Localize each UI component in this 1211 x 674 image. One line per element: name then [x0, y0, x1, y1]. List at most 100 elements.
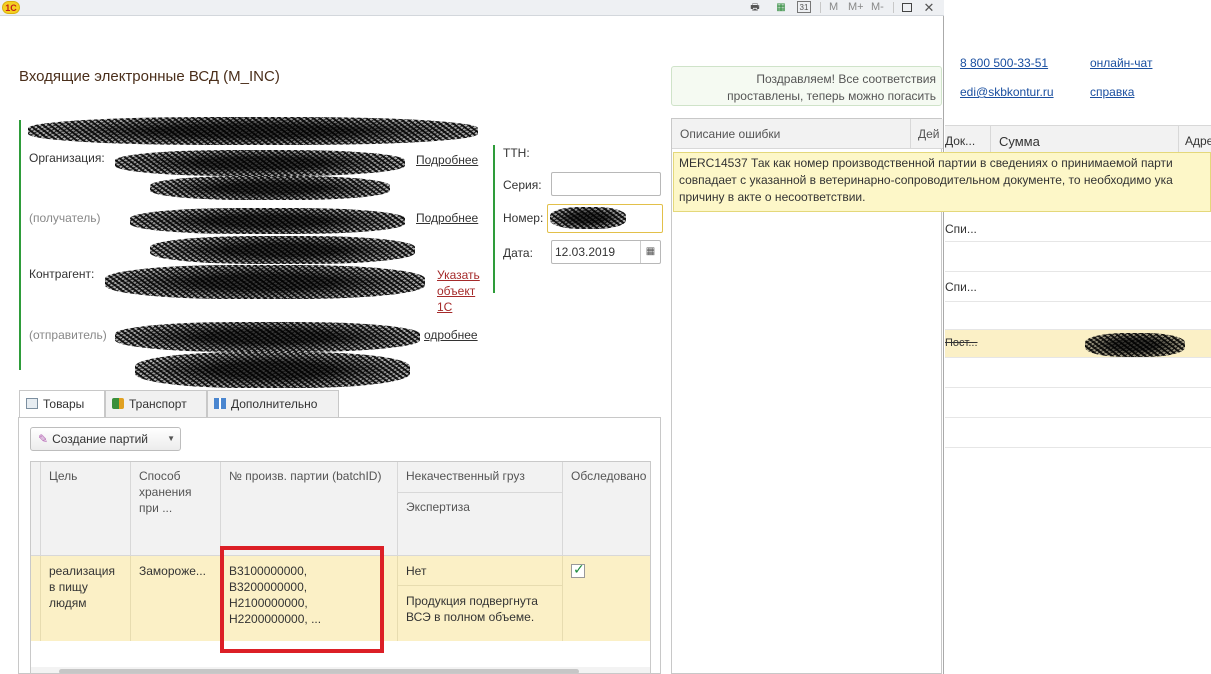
table-row[interactable]	[945, 388, 1211, 418]
examined-checkbox[interactable]: ✓	[571, 561, 585, 578]
specify-object-link[interactable]: Указать объект 1С	[437, 267, 480, 315]
memory-button[interactable]: M	[829, 1, 838, 14]
cell-poor-quality[interactable]: Нет	[398, 556, 563, 586]
chevron-down-icon: ▼	[167, 434, 175, 443]
date-value: 12.03.2019	[555, 245, 616, 259]
phone-link[interactable]: 8 800 500-33-51	[960, 56, 1048, 70]
ttn-label: ТТН:	[503, 146, 530, 160]
page-title: Входящие электронные ВСД (M_INC)	[19, 68, 280, 85]
calendar-icon[interactable]: ▦	[640, 241, 660, 263]
series-label: Серия:	[503, 178, 542, 192]
tooltip-line: MERC14537 Так как номер производственной…	[679, 156, 1173, 170]
table-row[interactable]	[945, 242, 1211, 272]
redaction-scribble	[150, 236, 415, 264]
row-doc-cell: Спи...	[945, 280, 977, 294]
table-row[interactable]	[945, 302, 1211, 330]
email-link[interactable]: edi@skbkontur.ru	[960, 85, 1054, 99]
col-examined-header[interactable]: Обследовано	[563, 462, 650, 556]
col-action-header[interactable]: Дей	[918, 127, 940, 141]
wand-icon: ✎	[38, 432, 49, 446]
table-row-selected[interactable]: Пост...	[945, 330, 1211, 358]
tooltip-line: причину в акте о несоответствии.	[679, 190, 866, 204]
maximize-icon[interactable]	[900, 1, 914, 14]
row-indicator	[31, 556, 41, 641]
spreadsheet-icon[interactable]: ▦	[774, 1, 788, 14]
specify-object-link-line[interactable]: Указать	[437, 267, 480, 283]
help-link[interactable]: справка	[1090, 85, 1134, 99]
col-doc-header: Док...	[945, 134, 976, 148]
redaction-scribble	[150, 176, 390, 200]
notification-banner: Поздравляем! Все соответствия проставлен…	[671, 66, 942, 106]
table-row[interactable]: Спи...	[945, 272, 1211, 302]
background-window: 8 800 500-33-51 онлайн-чат edi@skbkontur…	[945, 0, 1211, 674]
col-addr-header: Адре	[1185, 134, 1211, 148]
right-grid-header: Док... Сумма Адре	[945, 125, 1211, 156]
cell-storage[interactable]: Заморoже...	[131, 556, 221, 641]
grid-icon	[214, 398, 226, 409]
col-expertise-header[interactable]: Экспертиза	[398, 493, 563, 556]
recipient-label: (получатель)	[29, 211, 101, 225]
annotation-highlight-box	[220, 546, 384, 653]
col-sum-header: Сумма	[999, 134, 1040, 149]
main-window: 1С 🖶 ▦ 31 M M+ M- ✕ Входящие электронные…	[0, 0, 944, 674]
cell-examined[interactable]: ✓	[563, 556, 650, 641]
tab-goods-label: Товары	[43, 397, 85, 411]
specify-object-link-line[interactable]: 1С	[437, 299, 480, 315]
cell-purpose[interactable]: реализация в пищу людям	[41, 556, 131, 641]
col-batch-header[interactable]: № произв. партии (batchID)	[221, 462, 398, 556]
redaction-scribble	[28, 117, 478, 145]
row-indicator-header	[31, 462, 41, 556]
memory-plus-button[interactable]: M+	[848, 1, 864, 14]
tab-additional-label: Дополнительно	[231, 397, 318, 411]
print-icon[interactable]: 🖶	[748, 1, 762, 14]
create-batches-button[interactable]: ✎ Создание партий ▼	[30, 427, 181, 451]
online-chat-link[interactable]: онлайн-чат	[1090, 56, 1152, 70]
logo-1c-icon: 1С	[2, 1, 20, 14]
series-input[interactable]	[551, 172, 661, 196]
redaction-scribble	[105, 265, 425, 299]
tab-goods[interactable]: Товары	[19, 390, 105, 418]
date-input[interactable]: 12.03.2019 ▦	[551, 240, 661, 264]
redaction-scribble	[130, 208, 405, 234]
tab-transport-label: Транспорт	[129, 397, 187, 411]
more-link-organization[interactable]: Подробнее	[416, 153, 478, 167]
more-link-sender[interactable]: одробнее	[424, 328, 478, 342]
table-row[interactable]	[945, 418, 1211, 448]
specify-object-link-line[interactable]: объект	[437, 283, 480, 299]
row-doc-cell: Пост...	[945, 337, 978, 349]
redaction-scribble	[115, 150, 405, 176]
redaction-scribble	[115, 322, 420, 352]
truck-icon	[112, 398, 124, 409]
calendar-icon[interactable]: 31	[797, 1, 811, 13]
number-input[interactable]	[547, 204, 663, 233]
horizontal-scrollbar[interactable]	[31, 667, 650, 673]
more-link-recipient[interactable]: Подробнее	[416, 211, 478, 225]
document-icon	[26, 398, 38, 409]
redaction-scribble	[1085, 333, 1185, 357]
section-marker	[493, 145, 495, 293]
scrollbar-thumb[interactable]	[59, 669, 579, 673]
notification-line: проставлены, теперь можно погасить	[727, 89, 936, 103]
notification-line: Поздравляем! Все соответствия	[756, 72, 936, 86]
title-bar: 1С 🖶 ▦ 31 M M+ M- ✕	[0, 0, 944, 16]
table-row[interactable]	[945, 358, 1211, 388]
col-poor-quality-header[interactable]: Некачественный груз	[398, 462, 563, 493]
close-icon[interactable]: ✕	[922, 1, 936, 14]
create-batches-label: Создание партий	[52, 432, 149, 446]
redaction-scribble	[550, 207, 626, 229]
memory-minus-button[interactable]: M-	[871, 1, 884, 14]
organization-label: Организация:	[29, 151, 105, 165]
checkmark-icon: ✓	[573, 561, 585, 577]
tab-transport[interactable]: Транспорт	[105, 390, 207, 417]
number-label: Номер:	[503, 211, 544, 225]
col-description-header[interactable]: Описание ошибки	[680, 127, 780, 141]
sender-label: (отправитель)	[29, 328, 107, 342]
col-storage-header[interactable]: Способ хранения при ...	[131, 462, 221, 556]
tab-additional[interactable]: Дополнительно	[207, 390, 339, 417]
date-label: Дата:	[503, 246, 533, 260]
error-table-header: Описание ошибки Дей	[672, 119, 943, 149]
cell-expertise[interactable]: Продукция подвергнута ВСЭ в полном объем…	[398, 586, 563, 641]
tooltip-line: совпадает с указанной в ветеринарно-сопр…	[679, 173, 1173, 187]
col-purpose-header[interactable]: Цель	[41, 462, 131, 556]
table-row[interactable]: Спи...	[945, 212, 1211, 242]
